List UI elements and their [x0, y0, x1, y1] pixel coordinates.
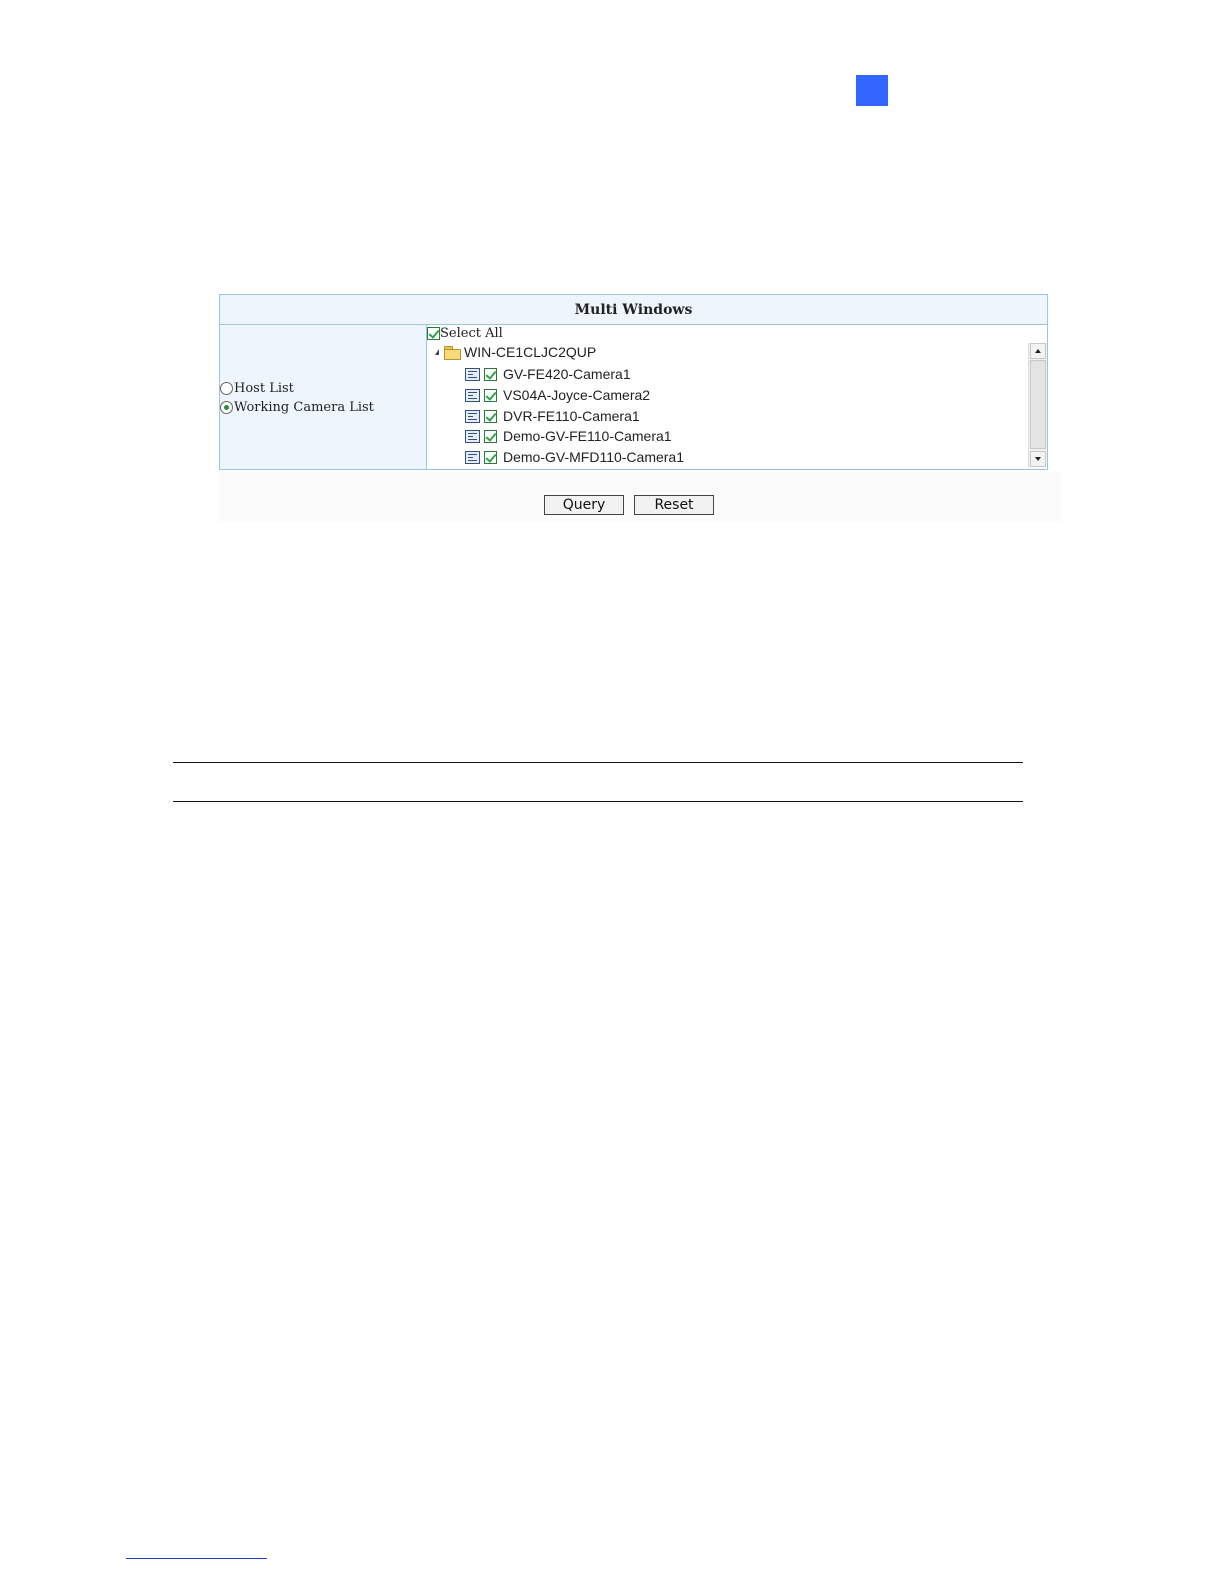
camera-checkbox[interactable] — [484, 450, 497, 464]
tree-root-label: WIN-CE1CLJC2QUP — [464, 344, 597, 360]
working-camera-list-label: Working Camera List — [234, 399, 374, 415]
tree-root-node[interactable]: WIN-CE1CLJC2QUP — [435, 343, 596, 361]
camera-label: Demo-GV-FE110-Camera1 — [503, 428, 672, 444]
camera-tree: WIN-CE1CLJC2QUP GV-FE420-Camera1 VS04A-J… — [427, 343, 1025, 467]
select-all-row[interactable]: Select All — [427, 326, 503, 341]
footer-link-underline — [126, 1558, 267, 1559]
collapse-arrow-icon[interactable] — [435, 349, 439, 355]
scroll-down-icon[interactable] — [1030, 451, 1046, 467]
select-all-checkbox[interactable] — [427, 327, 440, 340]
camera-tree-pane: Select All WIN-CE1CLJC2QUP GV-FE420-Came… — [427, 325, 1047, 469]
camera-list-icon — [465, 367, 480, 381]
camera-checkbox[interactable] — [484, 429, 497, 443]
camera-label: DVR-FE110-Camera1 — [503, 408, 640, 424]
divider — [173, 762, 1023, 763]
tree-item[interactable]: DVR-FE110-Camera1 — [465, 407, 640, 425]
scroll-up-icon[interactable] — [1030, 343, 1046, 359]
tree-item[interactable]: Demo-GV-MFD110-Camera1 — [465, 448, 684, 466]
chapter-marker — [856, 75, 888, 106]
divider — [173, 801, 1023, 802]
camera-checkbox[interactable] — [484, 367, 497, 381]
host-list-radio[interactable] — [220, 381, 233, 395]
camera-list-icon — [465, 450, 480, 464]
tree-item[interactable]: Demo-GV-FE110-Camera1 — [465, 427, 672, 445]
working-camera-list-option[interactable]: Working Camera List — [220, 398, 374, 416]
tree-item[interactable]: VS04A-Joyce-Camera2 — [465, 386, 650, 404]
folder-icon — [444, 345, 461, 360]
camera-checkbox[interactable] — [484, 388, 497, 402]
scroll-thumb[interactable] — [1030, 360, 1046, 449]
host-list-option[interactable]: Host List — [220, 379, 294, 397]
camera-label: Demo-GV-MFD110-Camera1 — [503, 449, 685, 465]
camera-label: VS04A-Joyce-Camera2 — [503, 387, 651, 403]
button-bar: Query Reset — [219, 472, 1061, 522]
list-type-selector: Host List Working Camera List — [220, 325, 427, 469]
camera-list-icon — [465, 429, 480, 443]
camera-list-icon — [465, 409, 480, 423]
select-all-label: Select All — [440, 326, 503, 341]
multi-windows-panel: Multi Windows Host List Working Camera L… — [219, 294, 1048, 470]
host-list-label: Host List — [234, 380, 294, 396]
tree-scrollbar[interactable] — [1028, 343, 1047, 467]
query-button[interactable]: Query — [544, 495, 624, 515]
working-camera-list-radio[interactable] — [220, 400, 233, 414]
camera-checkbox[interactable] — [484, 409, 497, 423]
panel-title: Multi Windows — [220, 295, 1047, 325]
camera-list-icon — [465, 388, 480, 402]
camera-label: GV-FE420-Camera1 — [503, 366, 631, 382]
reset-button[interactable]: Reset — [634, 495, 714, 515]
tree-item[interactable]: GV-FE420-Camera1 — [465, 365, 631, 383]
